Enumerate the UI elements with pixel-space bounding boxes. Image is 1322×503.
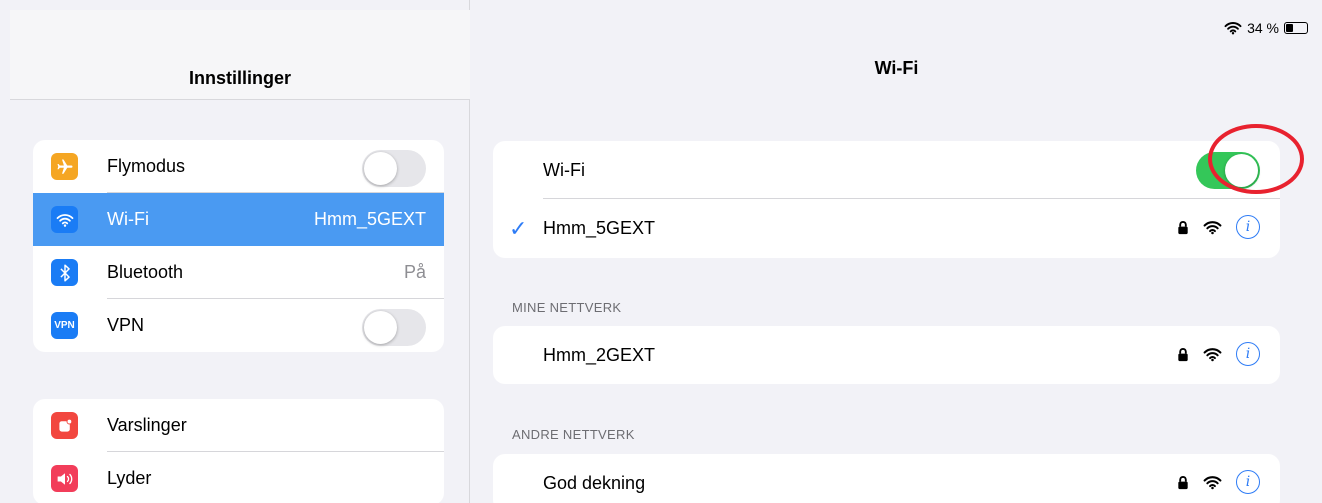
lock-icon [1178,475,1188,489]
lock-icon [1178,347,1188,361]
lock-icon [1178,220,1188,234]
wifi-main-group: Wi-Fi ✓ Hmm_5GEXT i [493,141,1280,258]
sidebar-item-label: Flymodus [107,156,186,176]
info-icon[interactable]: i [1236,342,1260,366]
sidebar-item-wifi[interactable]: Wi-Fi Hmm_5GEXT [33,193,444,246]
network-name: Hmm_2GEXT [543,345,656,365]
vpn-toggle[interactable] [362,309,426,346]
wifi-signal-icon [1203,475,1222,489]
my-networks-group: Hmm_2GEXT i [493,326,1280,384]
sidebar-item-label: Bluetooth [107,262,184,282]
section-header-other-networks: ANDRE NETTVERK [512,427,635,442]
settings-sidebar: Innstillinger Flymodus Wi-Fi Hmm_5GEXT B… [0,0,470,503]
sidebar-item-flymodus[interactable]: Flymodus [33,140,444,193]
network-name: Hmm_5GEXT [543,218,656,238]
battery-icon [1284,22,1308,34]
network-row[interactable]: God dekning i [493,454,1280,503]
sidebar-item-value: På [403,262,426,282]
wifi-detail-pane: 34 % Wi-Fi Wi-Fi ✓ Hmm_5GEXT i MINE NETT… [471,0,1322,503]
sidebar-title: Innstillinger [188,68,291,88]
checkmark-icon: ✓ [509,216,528,241]
status-bar: 34 % [1224,20,1308,36]
sidebar-item-label: Wi-Fi [107,209,149,229]
other-networks-group: God dekning i [493,454,1280,503]
toggle-knob [364,311,397,344]
sidebar-item-varslinger[interactable]: Varslinger [33,399,444,452]
vpn-icon: VPN [51,312,78,339]
sidebar-item-bluetooth[interactable]: Bluetooth På [33,246,444,299]
toggle-knob [364,152,397,185]
sidebar-header: Innstillinger [10,10,470,100]
page-title: Wi-Fi [874,58,919,78]
sounds-icon [51,465,78,492]
sidebar-item-vpn[interactable]: VPN VPN [33,299,444,352]
network-trailing-icons: i [1177,342,1260,366]
sidebar-group-notifications: Varslinger Lyder [33,399,444,503]
sidebar-item-lyder[interactable]: Lyder [33,452,444,503]
network-row[interactable]: Hmm_2GEXT i [493,326,1280,384]
wifi-signal-icon [1203,347,1222,361]
sidebar-item-label: VPN [107,315,145,335]
info-icon[interactable]: i [1236,470,1260,494]
network-trailing-icons: i [1177,470,1260,494]
highlight-circle-annotation [1208,124,1304,194]
wifi-toggle-label: Wi-Fi [543,160,585,180]
info-icon[interactable]: i [1236,215,1260,239]
network-trailing-icons: i [1177,215,1260,239]
wifi-signal-icon [1203,220,1222,234]
sidebar-item-label: Lyder [107,468,152,488]
section-header-my-networks: MINE NETTVERK [512,300,622,315]
status-wifi-icon [1224,22,1242,35]
wifi-toggle-row: Wi-Fi [493,141,1280,199]
wifi-icon [51,206,78,233]
connected-network-row[interactable]: ✓ Hmm_5GEXT i [493,199,1280,257]
network-name: God dekning [543,473,646,493]
bluetooth-icon [51,259,78,286]
airplane-icon [51,153,78,180]
sidebar-group-connectivity: Flymodus Wi-Fi Hmm_5GEXT Bluetooth På VP… [33,140,444,352]
battery-percentage: 34 % [1247,20,1279,36]
sidebar-item-label: Varslinger [107,415,187,435]
notifications-icon [51,412,78,439]
sidebar-item-value: Hmm_5GEXT [313,209,426,229]
flymodus-toggle[interactable] [362,150,426,187]
